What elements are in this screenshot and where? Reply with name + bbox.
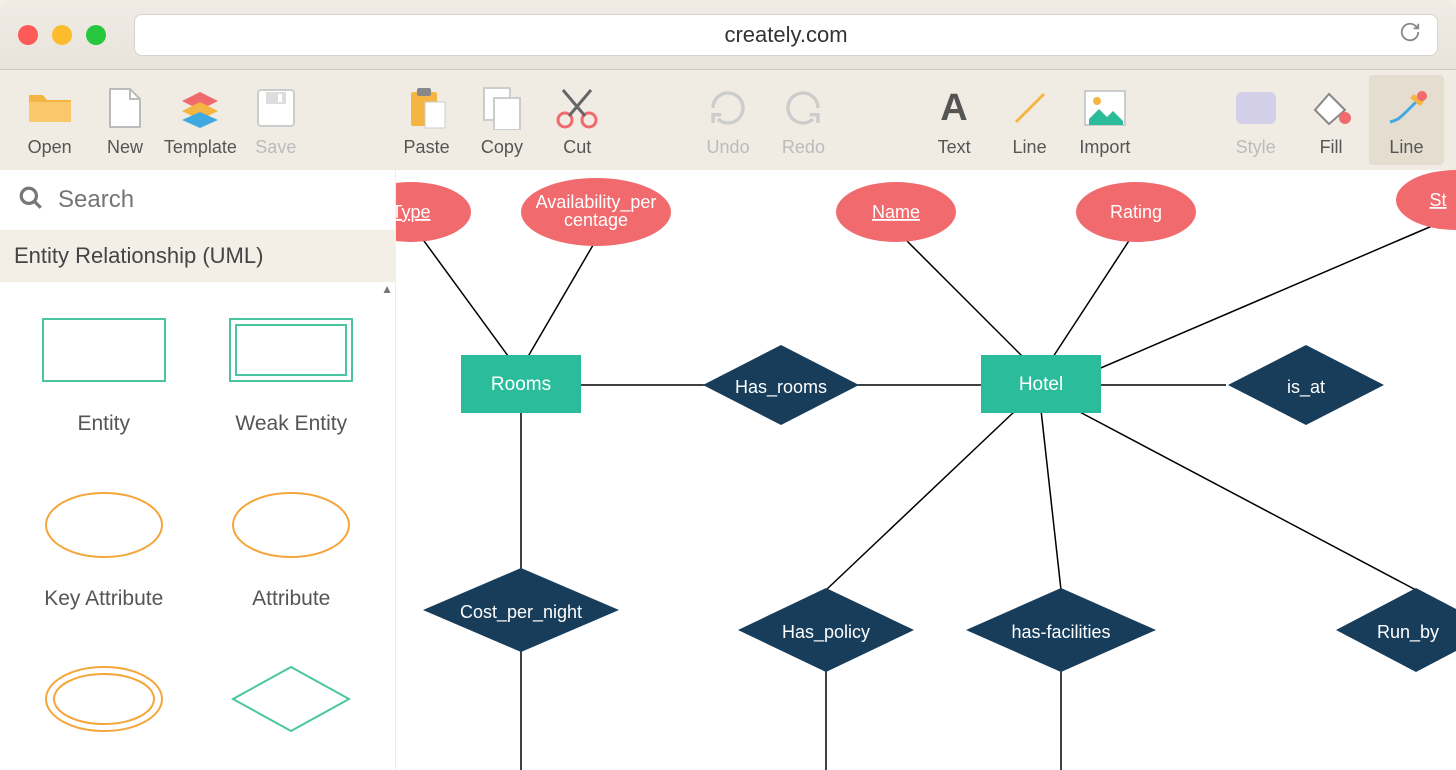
- search-icon: [18, 185, 44, 216]
- entity-hotel[interactable]: Hotel: [981, 355, 1101, 413]
- shapes-sidebar: Entity Relationship (UML) ▲ Entity Weak …: [0, 170, 395, 770]
- toolbar: Open New Template Save Paste Copy C: [0, 70, 1456, 170]
- shape-weak-entity-label: Weak Entity: [235, 412, 347, 436]
- shape-entity-label: Entity: [77, 412, 130, 436]
- cut-button[interactable]: Cut: [540, 75, 615, 165]
- shape-attribute-label: Attribute: [252, 587, 330, 611]
- line-label: Line: [1013, 137, 1047, 158]
- url-bar[interactable]: creately.com: [134, 14, 1438, 56]
- attr-type[interactable]: Type: [396, 182, 471, 242]
- text-label: Text: [938, 137, 971, 158]
- redo-label: Redo: [782, 137, 825, 158]
- svg-text:is_at: is_at: [1287, 377, 1325, 398]
- url-text: creately.com: [724, 22, 847, 48]
- save-button[interactable]: Save: [238, 75, 313, 165]
- minimize-window-button[interactable]: [52, 25, 72, 45]
- shape-entity[interactable]: Entity: [10, 312, 198, 469]
- close-window-button[interactable]: [18, 25, 38, 45]
- line-icon: [1010, 83, 1050, 133]
- browser-chrome: creately.com: [0, 0, 1456, 70]
- svg-text:Cost_per_night: Cost_per_night: [460, 602, 582, 623]
- entity-rooms[interactable]: Rooms: [461, 355, 581, 413]
- import-button[interactable]: Import: [1067, 75, 1142, 165]
- copy-label: Copy: [481, 137, 523, 158]
- copy-icon: [482, 83, 522, 133]
- save-icon: [256, 83, 296, 133]
- svg-text:has-facilities: has-facilities: [1011, 622, 1110, 642]
- template-icon: [177, 83, 223, 133]
- rel-run-by[interactable]: Run_by: [1336, 588, 1456, 672]
- undo-button[interactable]: Undo: [690, 75, 765, 165]
- panel-title[interactable]: Entity Relationship (UML): [0, 230, 395, 282]
- redo-button[interactable]: Redo: [766, 75, 841, 165]
- shape-key-attribute-label: Key Attribute: [44, 587, 163, 611]
- svg-text:Hotel: Hotel: [1019, 374, 1063, 395]
- diagram-canvas[interactable]: Type Availability_percentage Name Rating…: [395, 170, 1456, 770]
- shape-key-attribute[interactable]: Key Attribute: [10, 487, 198, 644]
- rel-has-policy[interactable]: Has_policy: [738, 588, 914, 672]
- search-row: [0, 170, 395, 230]
- paste-icon: [407, 83, 447, 133]
- paste-label: Paste: [404, 137, 450, 158]
- line-style-button[interactable]: Line: [1369, 75, 1444, 165]
- search-input[interactable]: [58, 186, 377, 214]
- svg-text:Type: Type: [396, 202, 431, 222]
- cut-icon: [555, 83, 599, 133]
- attr-rating[interactable]: Rating: [1076, 182, 1196, 242]
- open-label: Open: [28, 137, 72, 158]
- rel-cost-per-night[interactable]: Cost_per_night: [423, 568, 619, 652]
- attr-name[interactable]: Name: [836, 182, 956, 242]
- scroll-up-arrow[interactable]: ▲: [381, 282, 393, 296]
- svg-text:St: St: [1429, 190, 1446, 210]
- copy-button[interactable]: Copy: [464, 75, 539, 165]
- save-label: Save: [255, 137, 296, 158]
- cut-label: Cut: [563, 137, 591, 158]
- svg-text:A: A: [940, 88, 967, 128]
- new-label: New: [107, 137, 143, 158]
- folder-icon: [27, 83, 73, 133]
- svg-text:Rooms: Rooms: [491, 374, 551, 395]
- attr-st[interactable]: St: [1396, 170, 1456, 230]
- pencil-icon: [1384, 83, 1428, 133]
- maximize-window-button[interactable]: [86, 25, 106, 45]
- svg-text:Has_policy: Has_policy: [782, 622, 870, 643]
- shape-weak-entity[interactable]: Weak Entity: [198, 312, 386, 469]
- redo-icon: [783, 83, 823, 133]
- svg-text:centage: centage: [564, 210, 628, 230]
- paste-button[interactable]: Paste: [389, 75, 464, 165]
- svg-text:Run_by: Run_by: [1377, 622, 1439, 643]
- style-button[interactable]: Style: [1218, 75, 1293, 165]
- svg-text:Name: Name: [872, 202, 920, 222]
- fill-icon: [1309, 83, 1353, 133]
- import-label: Import: [1079, 137, 1130, 158]
- style-label: Style: [1236, 137, 1276, 158]
- line-tool-button[interactable]: Line: [992, 75, 1067, 165]
- rel-is-at[interactable]: is_at: [1228, 345, 1384, 425]
- new-button[interactable]: New: [87, 75, 162, 165]
- svg-text:Has_rooms: Has_rooms: [735, 377, 827, 398]
- line2-label: Line: [1389, 137, 1423, 158]
- window-controls: [18, 25, 106, 45]
- open-button[interactable]: Open: [12, 75, 87, 165]
- import-icon: [1083, 83, 1127, 133]
- svg-text:Rating: Rating: [1110, 202, 1162, 222]
- undo-label: Undo: [707, 137, 750, 158]
- style-icon: [1234, 83, 1278, 133]
- reload-icon[interactable]: [1399, 21, 1421, 49]
- undo-icon: [708, 83, 748, 133]
- attr-availability[interactable]: Availability_percentage: [521, 178, 671, 246]
- shape-grid: ▲ Entity Weak Entity Key Attribute Attri…: [0, 282, 395, 770]
- fill-label: Fill: [1320, 137, 1343, 158]
- new-file-icon: [108, 83, 142, 133]
- shape-derived-attribute[interactable]: [10, 661, 198, 770]
- text-icon: A: [934, 83, 974, 133]
- template-label: Template: [164, 137, 237, 158]
- fill-button[interactable]: Fill: [1293, 75, 1368, 165]
- rel-has-facilities[interactable]: has-facilities: [966, 588, 1156, 672]
- text-tool-button[interactable]: A Text: [917, 75, 992, 165]
- rel-has-rooms[interactable]: Has_rooms: [703, 345, 859, 425]
- shape-attribute[interactable]: Attribute: [198, 487, 386, 644]
- shape-relationship[interactable]: [198, 661, 386, 770]
- template-button[interactable]: Template: [163, 75, 238, 165]
